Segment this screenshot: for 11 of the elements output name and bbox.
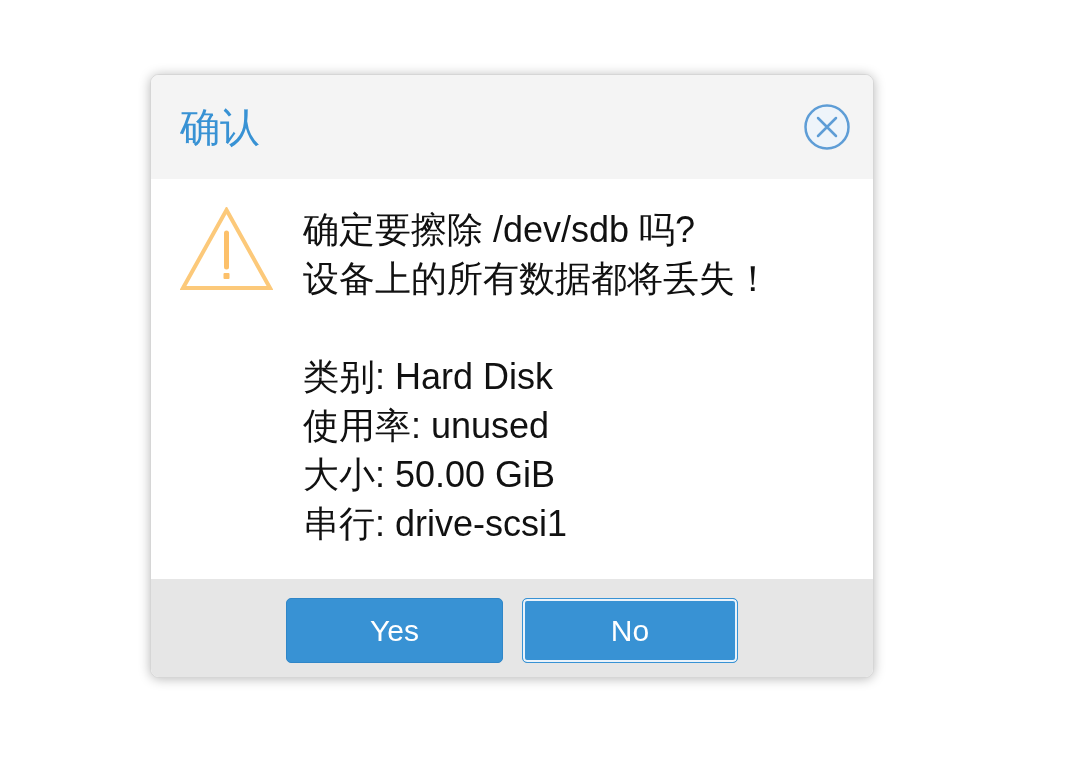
disk-detail: 使用率: unused [303,404,550,448]
disk-detail: 类别: Hard Disk [303,355,554,399]
confirm-message: 设备上的所有数据都将丢失！ [303,257,771,301]
confirm-message: 确定要擦除 /dev/sdb 吗? [303,208,696,252]
disk-detail: 大小: 50.00 GiB [303,453,556,497]
warning-icon [180,207,273,291]
dialog-button[interactable]: Yes [286,598,503,663]
disk-detail: 串行: drive-scsi1 [303,502,568,546]
dialog-button[interactable]: No [522,598,738,663]
close-icon[interactable] [803,103,851,151]
dialog-title: 确认 [180,105,260,149]
